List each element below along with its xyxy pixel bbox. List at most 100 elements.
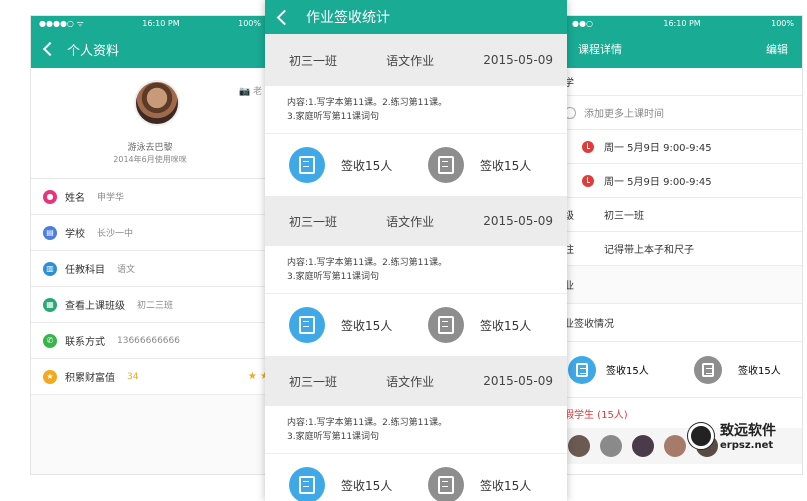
clock-icon [582, 174, 594, 187]
homework-date: 2015-05-09 [483, 53, 553, 67]
avatar[interactable] [632, 435, 654, 457]
sign-row: 签收15人 签收15人 [265, 454, 567, 501]
homework-group[interactable]: 初三一班 语文作业 2015-05-09 内容:1.写字本第11课。2.练习第1… [265, 196, 567, 356]
school-icon: ▤ [43, 225, 57, 240]
signed-icon[interactable] [289, 147, 325, 183]
sign-status-row: 业签收情况 [564, 304, 802, 342]
row-label: 积累财富值 [65, 373, 115, 384]
course-navbar: 课程详情 编辑 [564, 30, 802, 68]
profile-joined: 2014年6月使用咪咪 [113, 155, 187, 164]
unsigned-count: 签收15人 [480, 318, 532, 333]
logo-url: erpsz.net [720, 440, 774, 451]
class-name: 初三一班 [289, 374, 338, 389]
content-line: 内容:1.写字本第11课。2.练习第11课。 [287, 98, 448, 108]
row-value: 初二三班 [137, 301, 174, 311]
homework-navbar: 作业签收统计 [265, 0, 567, 34]
edit-button[interactable]: 编辑 [766, 41, 788, 57]
page-title: 课程详情 [578, 43, 622, 56]
camera-label: 老 [253, 87, 263, 97]
class-icon: ▦ [43, 297, 57, 312]
note-label: 注 [564, 245, 574, 256]
watermark-logo: 致远软件 erpsz.net [688, 420, 776, 451]
unsigned-count: 签收15人 [480, 158, 532, 173]
profile-name: 游泳去巴黎 [127, 143, 173, 153]
clock-icon [582, 140, 594, 153]
homework-group[interactable]: 初三一班 语文作业 2015-05-09 内容:1.写字本第11课。2.练习第1… [265, 34, 567, 196]
profile-list: ● 姓名 申学华 ▤ 学校 长沙一中 ▥ 任教科目 语文 ▦ 查看上课班级 初二… [31, 178, 269, 395]
content-line: 内容:1.写字本第11课。2.练习第11课。 [287, 418, 448, 428]
status-bar: ●●●●○ ᯤ 16:10 PM 100% [31, 16, 269, 30]
row-name[interactable]: ● 姓名 申学华 [31, 179, 269, 215]
homework-date: 2015-05-09 [483, 374, 553, 388]
time-value: 周一 5月9日 9:00-9:45 [604, 177, 712, 188]
phone-icon: ✆ [43, 333, 57, 348]
leave-label: 假学生 (15人) [564, 409, 628, 421]
time-value: 周一 5月9日 9:00-9:45 [604, 143, 712, 154]
signal-icon: ●●○ [572, 18, 593, 28]
unsigned-icon[interactable] [428, 467, 464, 501]
group-header: 初三一班 语文作业 2015-05-09 [265, 34, 567, 86]
note-value: 记得带上本子和尺子 [604, 245, 694, 256]
profile-screen: ●●●●○ ᯤ 16:10 PM 100% 个人资料 📷 老 游泳去巴黎 201… [30, 15, 270, 475]
note-row: 注 记得带上本子和尺子 [564, 232, 802, 266]
group-header: 初三一班 语文作业 2015-05-09 [265, 356, 567, 406]
unsigned-count: 签收15人 [480, 478, 532, 493]
homework-date: 2015-05-09 [483, 214, 553, 228]
row-school[interactable]: ▤ 学校 长沙一中 [31, 215, 269, 251]
signed-icon[interactable] [289, 467, 325, 501]
back-icon[interactable] [276, 9, 293, 25]
signed-count: 签收15人 [606, 366, 649, 377]
homework-group[interactable]: 初三一班 语文作业 2015-05-09 内容:1.写字本第11课。2.练习第1… [265, 356, 567, 501]
add-time-label: 添加更多上课时间 [584, 109, 664, 120]
time-row[interactable]: 周一 5月9日 9:00-9:45 [564, 130, 802, 164]
signed-count: 签收15人 [341, 318, 393, 333]
row-wealth[interactable]: ★ 积累财富值 34 ★ ★ [31, 359, 269, 395]
class-name: 初三一班 [289, 53, 338, 68]
row-label: 任教科目 [65, 265, 105, 276]
class-label: 级 [564, 211, 574, 222]
homework-content: 内容:1.写字本第11课。2.练习第11课。 3.家庭听写第11课词句 [265, 86, 567, 134]
avatar[interactable] [568, 435, 590, 457]
signed-count: 签收15人 [341, 158, 393, 173]
row-label: 姓名 [65, 193, 85, 204]
row-label: 联系方式 [65, 337, 105, 348]
homework-content: 内容:1.写字本第11课。2.练习第11课。 3.家庭听写第11课词句 [265, 246, 567, 294]
logo-text: 致远软件 erpsz.net [720, 420, 776, 451]
content-line: 3.家庭听写第11课词句 [287, 272, 380, 282]
avatar[interactable] [664, 435, 686, 457]
class-name: 初三一班 [289, 214, 338, 229]
back-icon[interactable] [42, 41, 58, 57]
class-value: 初三一班 [604, 211, 644, 222]
row-label: 查看上课班级 [65, 301, 125, 312]
signed-icon[interactable] [568, 355, 596, 384]
avatar[interactable] [600, 435, 622, 457]
page-title: 作业签收统计 [306, 10, 390, 26]
avatar[interactable] [134, 80, 180, 126]
unsigned-icon[interactable] [428, 147, 464, 183]
logo-name: 致远软件 [720, 423, 776, 439]
signed-count: 签收15人 [341, 478, 393, 493]
camera-icon[interactable]: 📷 老 [239, 84, 262, 97]
row-value: 长沙一中 [97, 229, 134, 239]
battery-level: 100% [771, 18, 794, 28]
book-icon: ▥ [43, 261, 57, 276]
unsigned-count: 签收15人 [738, 366, 781, 377]
unsigned-icon[interactable] [694, 355, 722, 384]
sign-stats: 签收15人 签收15人 [564, 342, 802, 398]
unsigned-icon[interactable] [428, 307, 464, 343]
battery-level: 100% [238, 18, 261, 28]
time-row[interactable]: 周一 5月9日 9:00-9:45 [564, 164, 802, 198]
person-icon: ● [43, 189, 57, 204]
add-time-row[interactable]: 添加更多上课时间 [564, 96, 802, 130]
row-value: 13666666666 [117, 335, 180, 346]
signed-icon[interactable] [289, 307, 325, 343]
group-header: 初三一班 语文作业 2015-05-09 [265, 196, 567, 246]
row-classes[interactable]: ▦ 查看上课班级 初二三班 [31, 287, 269, 323]
logo-icon [688, 422, 714, 449]
homework-content: 内容:1.写字本第11课。2.练习第11课。 3.家庭听写第11课词句 [265, 406, 567, 454]
row-contact[interactable]: ✆ 联系方式 13666666666 [31, 323, 269, 359]
content-line: 内容:1.写字本第11课。2.练习第11课。 [287, 258, 448, 268]
profile-header: 📷 老 游泳去巴黎 2014年6月使用咪咪 [31, 68, 269, 178]
row-subject[interactable]: ▥ 任教科目 语文 [31, 251, 269, 287]
homework-type: 语文作业 [386, 53, 435, 68]
